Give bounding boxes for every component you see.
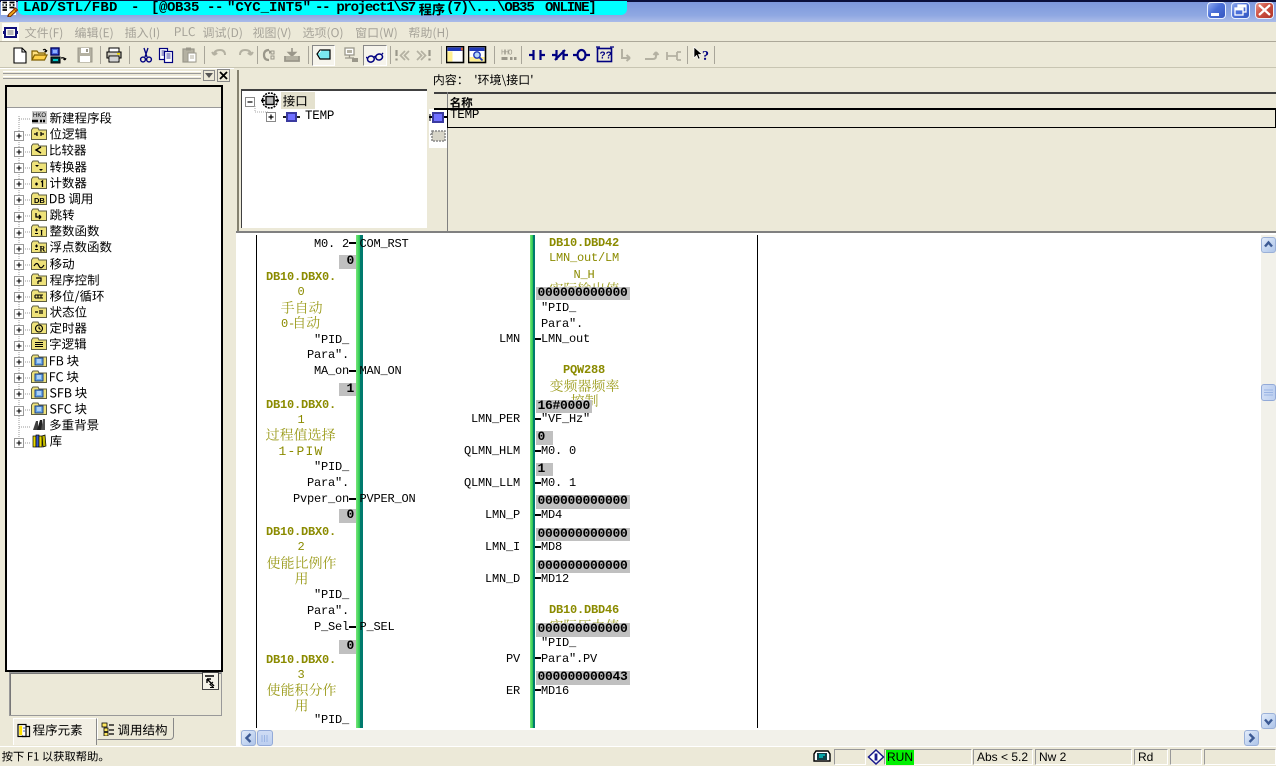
svg-text:DB: DB xyxy=(34,196,45,205)
svg-text:HKO: HKO xyxy=(33,113,46,119)
svg-text:HHO: HHO xyxy=(501,50,513,58)
svg-text:??: ?? xyxy=(600,51,612,62)
svg-text:?: ? xyxy=(702,49,709,64)
svg-text:R: R xyxy=(40,245,46,254)
svg-text:I: I xyxy=(40,229,43,238)
